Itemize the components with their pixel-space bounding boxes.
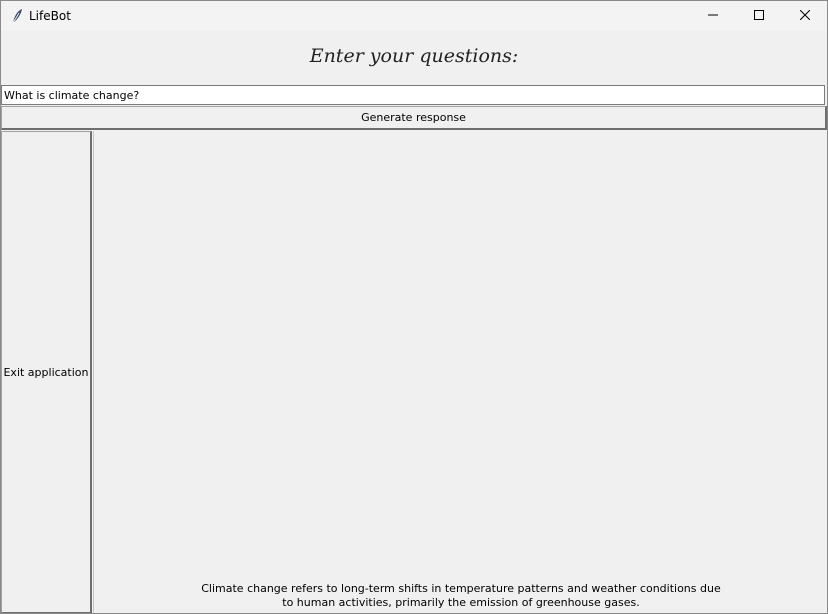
response-line: to human activities, primarily the emiss… <box>282 596 640 609</box>
title-bar[interactable]: LifeBot <box>1 1 827 31</box>
window-title: LifeBot <box>29 9 71 23</box>
response-text: Climate change refers to long-term shift… <box>94 582 827 610</box>
feather-icon <box>10 8 24 24</box>
question-input[interactable] <box>1 85 825 105</box>
close-icon <box>799 9 811 23</box>
maximize-button[interactable] <box>736 1 782 31</box>
exit-application-button[interactable]: Exit application <box>1 131 92 613</box>
minimize-button[interactable] <box>690 1 736 31</box>
prompt-heading: Enter your questions: <box>309 45 519 67</box>
response-area: Climate change refers to long-term shift… <box>93 131 827 613</box>
minimize-icon <box>708 9 718 23</box>
close-button[interactable] <box>782 1 827 31</box>
response-line: Climate change refers to long-term shift… <box>201 582 721 595</box>
generate-response-button[interactable]: Generate response <box>1 106 827 130</box>
app-window: LifeBot Enter your questions: Generate r… <box>0 0 828 614</box>
maximize-icon <box>754 9 764 23</box>
